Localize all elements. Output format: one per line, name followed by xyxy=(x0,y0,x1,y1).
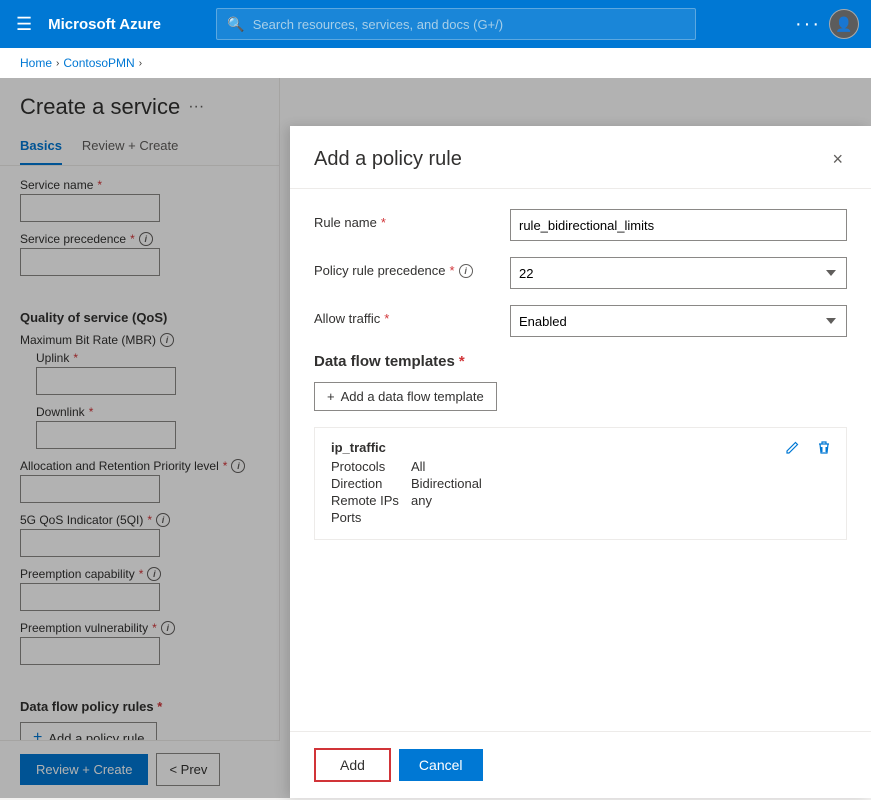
direction-key: Direction xyxy=(331,476,411,491)
dft-section: Data flow templates * + Add a data flow … xyxy=(314,353,847,540)
breadcrumb: Home › ContosoPMN › xyxy=(0,48,871,78)
azure-logo: Microsoft Azure xyxy=(48,16,161,33)
dft-heading: Data flow templates * xyxy=(314,353,847,370)
search-input[interactable] xyxy=(253,17,686,32)
chevron-right-icon: › xyxy=(56,58,59,69)
breadcrumb-home[interactable]: Home xyxy=(20,56,52,70)
cancel-button[interactable]: Cancel xyxy=(399,749,483,781)
add-data-flow-template-button[interactable]: + Add a data flow template xyxy=(314,382,497,411)
hamburger-menu-icon[interactable]: ☰ xyxy=(12,10,36,39)
precedence-select[interactable]: 22 1 10 100 xyxy=(510,257,847,289)
rule-name-label: Rule name * xyxy=(314,209,494,230)
remote-ips-value: any xyxy=(411,493,432,508)
protocols-key: Protocols xyxy=(331,459,411,474)
template-protocols-row: Protocols All xyxy=(331,459,830,474)
chevron-right-icon-2: › xyxy=(139,58,142,69)
dialog-footer: Add Cancel xyxy=(290,731,871,798)
protocols-value: All xyxy=(411,459,425,474)
avatar[interactable]: 👤 xyxy=(829,9,859,39)
dft-card: ip_traffic Protocols All Direction Bidir… xyxy=(314,427,847,540)
dft-required-marker: * xyxy=(459,353,465,370)
required-rule-name: * xyxy=(381,215,386,230)
allow-traffic-row: Allow traffic * Enabled Disabled xyxy=(314,305,847,337)
search-icon: 🔍 xyxy=(227,16,244,33)
edit-template-button[interactable] xyxy=(782,438,802,463)
add-button[interactable]: Add xyxy=(314,748,391,782)
search-bar: 🔍 xyxy=(216,8,696,40)
main-layout: Create a service ··· Basics Review + Cre… xyxy=(0,78,871,798)
more-options-icon[interactable]: ··· xyxy=(795,13,821,36)
template-name: ip_traffic xyxy=(331,440,830,455)
rule-name-row: Rule name * xyxy=(314,209,847,241)
dialog-title: Add a policy rule xyxy=(314,148,462,171)
dialog-close-button[interactable]: × xyxy=(828,146,847,172)
remote-ips-key: Remote IPs xyxy=(331,493,411,508)
allow-traffic-control: Enabled Disabled xyxy=(510,305,847,337)
delete-template-button[interactable] xyxy=(814,438,834,463)
precedence-row: Policy rule precedence * i 22 1 10 100 xyxy=(314,257,847,289)
precedence-label: Policy rule precedence * i xyxy=(314,257,494,278)
template-direction-row: Direction Bidirectional xyxy=(331,476,830,491)
allow-traffic-select[interactable]: Enabled Disabled xyxy=(510,305,847,337)
add-policy-rule-dialog: Add a policy rule × Rule name * Policy r… xyxy=(290,126,871,798)
avatar-icon: 👤 xyxy=(835,16,852,33)
dft-card-actions xyxy=(782,438,834,463)
required-allow-traffic: * xyxy=(384,311,389,326)
template-ports-row: Ports xyxy=(331,510,830,525)
dft-plus-icon: + xyxy=(327,389,335,404)
direction-value: Bidirectional xyxy=(411,476,482,491)
info-icon-dialog-precedence[interactable]: i xyxy=(459,264,473,278)
top-navigation: ☰ Microsoft Azure 🔍 ··· 👤 xyxy=(0,0,871,48)
rule-name-control xyxy=(510,209,847,241)
dialog-body: Rule name * Policy rule precedence * i 2… xyxy=(290,189,871,731)
precedence-control: 22 1 10 100 xyxy=(510,257,847,289)
required-precedence: * xyxy=(450,263,455,278)
template-remote-ips-row: Remote IPs any xyxy=(331,493,830,508)
dialog-header: Add a policy rule × xyxy=(290,126,871,189)
allow-traffic-label: Allow traffic * xyxy=(314,305,494,326)
rule-name-input[interactable] xyxy=(510,209,847,241)
ports-key: Ports xyxy=(331,510,411,525)
breadcrumb-contoso[interactable]: ContosoPMN xyxy=(63,56,134,70)
nav-actions: ··· 👤 xyxy=(795,9,859,39)
